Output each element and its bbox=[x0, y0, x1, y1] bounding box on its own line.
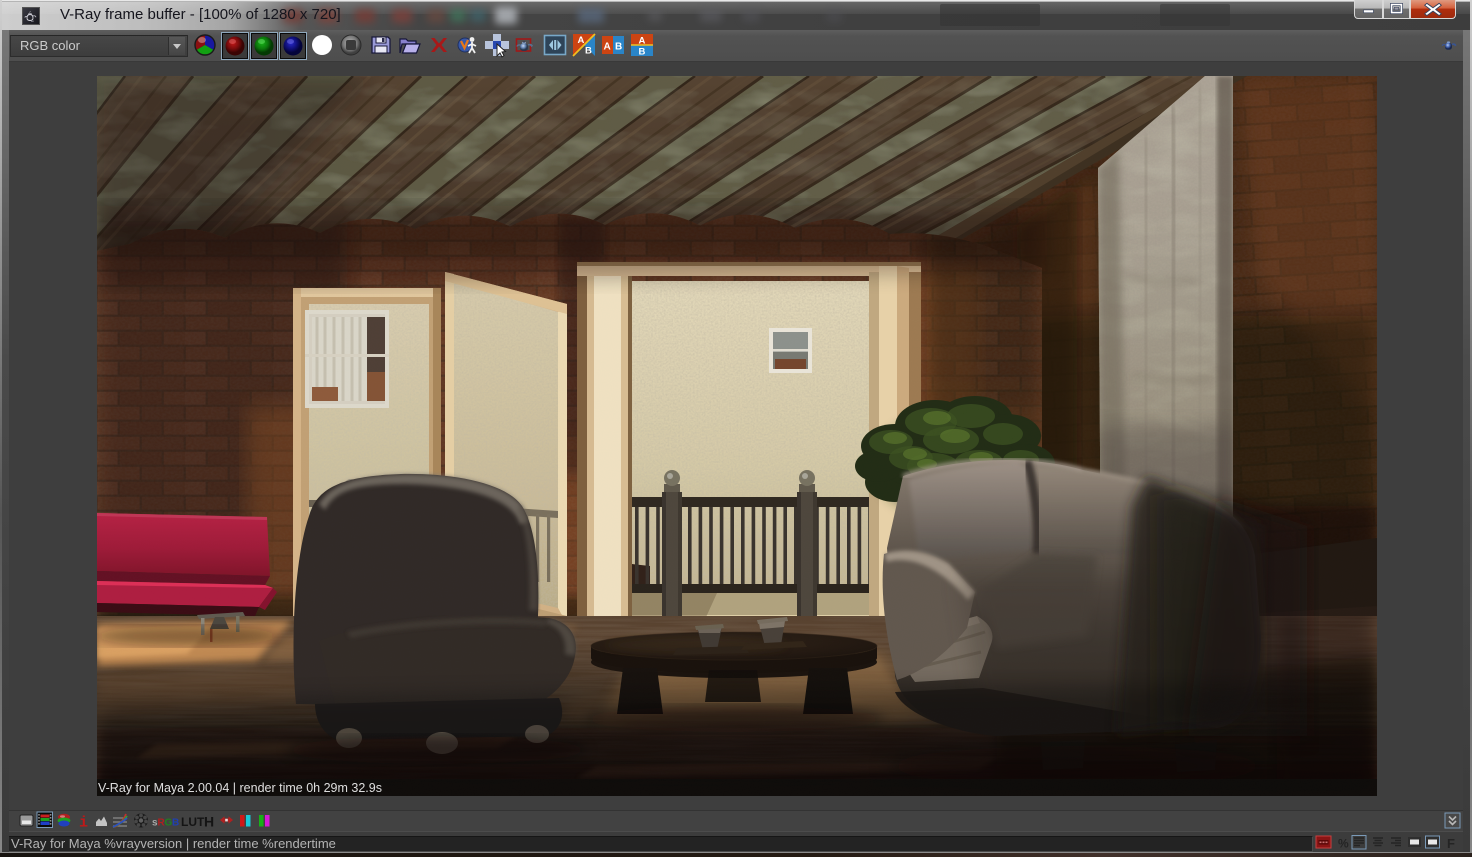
svg-text:B: B bbox=[615, 42, 622, 53]
svg-text:H: H bbox=[204, 814, 214, 830]
svg-text:B: B bbox=[172, 818, 179, 829]
svg-text:A: A bbox=[578, 35, 585, 46]
svg-text:F: F bbox=[1447, 836, 1455, 851]
svg-text:%: % bbox=[1338, 837, 1349, 851]
svg-text:LUT: LUT bbox=[181, 815, 205, 829]
svg-text:A: A bbox=[639, 36, 646, 47]
svg-text:B: B bbox=[639, 47, 646, 58]
svg-text:B: B bbox=[585, 46, 592, 57]
svg-text:A: A bbox=[604, 42, 611, 53]
svg-text:i: i bbox=[79, 815, 88, 832]
